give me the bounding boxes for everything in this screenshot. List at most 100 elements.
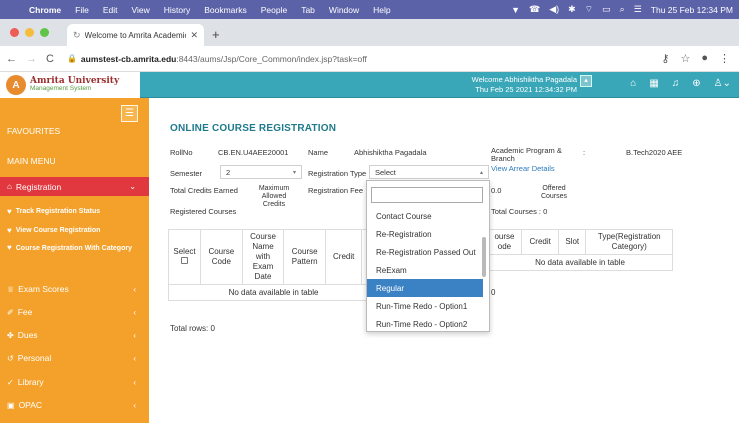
close-window-button[interactable] (10, 28, 19, 37)
menu-app-chrome[interactable]: Chrome (22, 5, 68, 15)
menu-file[interactable]: File (68, 5, 96, 15)
offered-count: 0 (491, 288, 496, 297)
option-run-time-redo-2[interactable]: Run-Time Redo - Option2 (367, 315, 483, 333)
registration-type-value: Select (375, 167, 396, 177)
browser-tab[interactable]: ↻ Welcome to Amrita Academic ✕ (67, 24, 204, 46)
maximize-window-button[interactable] (40, 28, 49, 37)
program-label-line2: Branch (491, 154, 515, 163)
select-all-checkbox[interactable] (181, 257, 188, 264)
sidebar-item-personal[interactable]: ↺ Personal ‹ (0, 350, 149, 366)
offered-courses-label: Offered Courses (534, 185, 574, 201)
back-icon[interactable]: ← (6, 53, 17, 65)
battery-icon[interactable]: ▭ (602, 4, 611, 15)
user-menu-icon[interactable]: ♙⌄ (714, 78, 731, 89)
reg-fee-label: Registration Fee (308, 186, 364, 195)
user-photo: ▴ (580, 75, 592, 87)
total-courses-label: Total Courses : 0 (491, 207, 548, 216)
caret-up-icon: ▴ (479, 169, 483, 176)
profile-icon[interactable]: ● (701, 52, 708, 65)
col-select-label: Select (173, 247, 196, 256)
menu-bookmarks[interactable]: Bookmarks (197, 5, 254, 15)
sidebar-sub-view-course-registration[interactable]: ♥ View Course Registration (0, 223, 149, 237)
col-course-name: Course Name with Exam Date (241, 229, 285, 285)
caret-down-icon: ▾ (292, 169, 296, 176)
menu-tab[interactable]: Tab (294, 5, 322, 15)
sidebar-item-exam-scores[interactable]: ♕ Exam Scores ‹ (0, 281, 149, 297)
sidebar-item-fee[interactable]: ✐ Fee ‹ (0, 304, 149, 320)
vpn-icon[interactable]: ▼ (511, 5, 520, 15)
bell-icon[interactable]: ♫ (672, 78, 680, 89)
option-contact-course[interactable]: Contact Course (367, 207, 483, 225)
address-bar[interactable]: 🔒 aumstest-cb.amrita.edu:8443/aums/Jsp/C… (63, 50, 661, 68)
menu-toggle-button[interactable]: ☰ (121, 105, 138, 122)
sidebar-favourites[interactable]: FAVOURITES (0, 123, 149, 139)
globe-icon[interactable]: ⊕ (692, 78, 700, 89)
lock-icon[interactable]: 🔒 (67, 54, 77, 63)
sidebar-item-opac[interactable]: ▣ OPAC ‹ (0, 397, 149, 413)
control-center-icon[interactable]: ☰ (634, 4, 642, 15)
rollno-label: RollNo (170, 148, 193, 157)
personal-icon: ↺ (7, 353, 14, 363)
key-icon[interactable]: ⚷ (661, 52, 669, 65)
col-course-pattern: Course Pattern (283, 229, 327, 285)
app-header: A Amrita University Management System We… (0, 72, 739, 98)
menu-window[interactable]: Window (322, 5, 366, 15)
close-tab-icon[interactable]: ✕ (190, 30, 198, 41)
col-code-line2: Code (211, 257, 231, 266)
semester-label: Semester (170, 169, 203, 178)
sidebar-item-registration[interactable]: ⌂ Registration ⌄ (0, 177, 149, 196)
spotlight-icon[interactable]: ⌕ (620, 4, 625, 15)
col-credit: Credit (521, 229, 559, 255)
col-type-line2: Category) (611, 242, 647, 251)
option-regular[interactable]: Regular (367, 279, 483, 297)
sidebar-item-library[interactable]: ✓ Library ‹ (0, 374, 149, 390)
sidebar-item-dues[interactable]: ✤ Dues ‹ (0, 327, 149, 343)
menu-help[interactable]: Help (366, 5, 397, 15)
offered-courses-table: ourse ode Credit Slot Type(Registration … (487, 229, 673, 271)
menu-edit[interactable]: Edit (96, 5, 125, 15)
bluetooth-icon[interactable]: ✱ (568, 4, 576, 15)
option-run-time-redo-1[interactable]: Run-Time Redo - Option1 (367, 297, 483, 315)
semester-select[interactable]: 2 ▾ (220, 165, 302, 179)
menu-history[interactable]: History (157, 5, 197, 15)
col-code-line1: Course (208, 247, 235, 256)
grid-icon[interactable]: ▦ (649, 78, 658, 89)
sidebar-sub-label: View Course Registration (15, 226, 101, 234)
col-name-line2: Name (252, 242, 274, 251)
registration-type-select[interactable]: Select ▴ (369, 165, 489, 179)
sidebar-item-label: Dues (17, 330, 38, 340)
col-type-line1: Type(Registration (597, 232, 661, 241)
rollno-value: CB.EN.U4AEE20001 (218, 148, 289, 157)
option-re-registration[interactable]: Re-Registration (367, 225, 483, 243)
new-tab-icon[interactable]: + (212, 27, 220, 42)
wifi-icon[interactable]: ⌔ (585, 4, 593, 15)
col-select: Select (168, 229, 201, 285)
logo-subtitle: Management System (30, 85, 92, 93)
phone-icon[interactable]: ☎ (529, 4, 540, 15)
sidebar-sub-label: ♥ Course Registration With Category (7, 243, 132, 254)
minimize-window-button[interactable] (25, 28, 34, 37)
option-re-registration-passed-out[interactable]: Re-Registration Passed Out (367, 243, 483, 261)
registered-courses-table: Select Course Code Course Name with Exam… (168, 229, 379, 301)
app-logo[interactable]: A Amrita University Management System (0, 72, 140, 98)
menu-view[interactable]: View (124, 5, 156, 15)
menu-people[interactable]: People (254, 5, 294, 15)
dropdown-search-input[interactable] (371, 187, 483, 203)
dropdown-scrollbar[interactable] (482, 237, 486, 277)
sidebar-main-menu[interactable]: MAIN MENU (0, 153, 149, 169)
volume-icon[interactable]: ◀) (549, 4, 559, 15)
forward-icon[interactable]: → (26, 53, 37, 65)
menubar-clock[interactable]: Thu 25 Feb 12:34 PM (651, 5, 733, 15)
view-arrear-link[interactable]: View Arrear Details (491, 164, 555, 173)
bookmark-star-icon[interactable]: ☆ (680, 52, 690, 65)
option-reexam[interactable]: ReExam (367, 261, 483, 279)
sidebar: ☰ FAVOURITES MAIN MENU ⌂ Registration ⌄ … (0, 98, 149, 423)
sidebar-sub-course-registration-category[interactable]: ♥ Course Registration With Category (0, 243, 140, 267)
more-menu-icon[interactable]: ⋮ (719, 52, 730, 65)
welcome-datetime: Thu Feb 25 2021 12:34:32 PM (475, 85, 577, 94)
chevron-left-icon: ‹ (133, 377, 136, 387)
home-icon[interactable]: ⌂ (630, 78, 636, 89)
sidebar-sub-track-status[interactable]: ♥ Track Registration Status (0, 204, 149, 218)
reload-icon[interactable]: C (46, 53, 54, 65)
col-type: Type(Registration Category) (585, 229, 673, 255)
